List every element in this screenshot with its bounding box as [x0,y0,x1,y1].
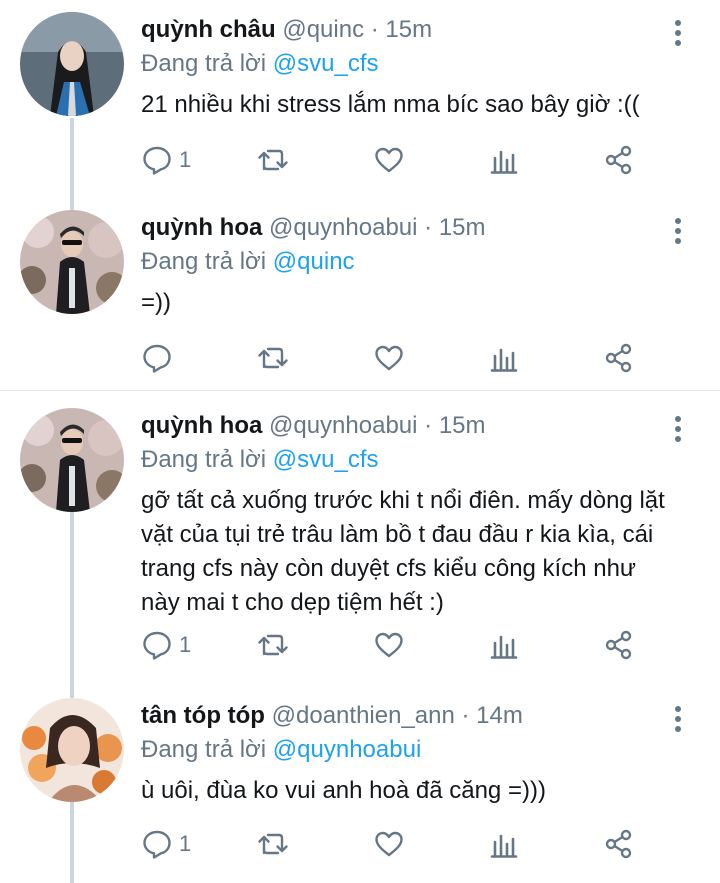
analytics-button[interactable] [489,144,521,176]
tweet-text: gỡ tất cả xuống trước khi t nổi điên. mấ… [141,487,665,616]
analytics-icon [490,348,518,372]
avatar-photo [20,408,124,512]
action-bar: 1 [141,629,681,661]
retweet-icon [258,833,288,855]
like-button[interactable] [373,828,405,860]
action-bar: 1 [141,828,681,860]
replying-to-label: Đang trả lời [141,50,273,77]
display-name[interactable]: quỳnh hoa [141,214,262,241]
share-icon [605,145,632,175]
analytics-button[interactable] [489,828,521,860]
analytics-button[interactable] [489,342,521,374]
timestamp[interactable]: · 15m [371,16,432,43]
like-button[interactable] [373,342,405,374]
like-icon [375,831,403,857]
like-button[interactable] [373,629,405,661]
more-icon[interactable] [670,20,686,50]
replying-to-label: Đang trả lời [141,248,273,275]
display-name[interactable]: quỳnh châu [141,16,276,43]
avatar[interactable] [20,698,124,802]
tweet-header: quỳnh châu @quinc · 15m [141,16,432,44]
avatar[interactable] [20,12,124,116]
retweet-button[interactable] [257,629,289,661]
like-icon [375,632,403,658]
action-bar: 1 [141,144,681,176]
share-button[interactable] [603,828,635,860]
display-name[interactable]: tân tóp tóp [141,702,265,729]
tweet-header: quỳnh hoa @quynhoabui · 15m [141,412,486,440]
like-icon [375,345,403,371]
reply-icon [143,830,171,859]
like-button[interactable] [373,144,405,176]
tweet-header: tân tóp tóp @doanthien_ann · 14m [141,702,523,730]
more-icon[interactable] [670,706,686,736]
replying-to: Đang trả lời @svu_cfs [141,446,379,474]
avatar-photo [20,210,124,314]
replying-to-label: Đang trả lời [141,446,273,473]
tweet[interactable]: tân tóp tóp @doanthien_ann · 14m Đang tr… [0,686,720,883]
retweet-button[interactable] [257,828,289,860]
reply-count: 1 [179,632,192,657]
analytics-icon [490,150,518,174]
analytics-icon [490,834,518,858]
avatar-photo [20,12,124,116]
reply-button[interactable] [141,342,179,374]
display-name[interactable]: quỳnh hoa [141,412,262,439]
replying-to: Đang trả lời @quinc [141,248,355,276]
mention-link[interactable]: @quinc [273,248,355,275]
retweet-button[interactable] [257,144,289,176]
user-handle[interactable]: @quinc [282,16,364,43]
tweet-text: =)) [141,289,171,316]
share-button[interactable] [603,144,635,176]
mention-link[interactable]: @svu_cfs [273,446,379,473]
reply-icon [143,146,171,175]
timestamp[interactable]: · 14m [462,702,523,729]
replying-to: Đang trả lời @quynhoabui [141,736,421,764]
replying-to-label: Đang trả lời [141,736,273,763]
reply-icon [143,344,171,373]
reply-count: 1 [179,147,192,172]
retweet-icon [258,347,288,369]
reply-count: 1 [179,831,192,856]
analytics-icon [490,635,518,659]
share-icon [605,829,632,859]
reply-button[interactable]: 1 [141,629,191,661]
tweet-text: 21 nhiều khi stress lắm nma bíc sao bây … [141,91,640,118]
share-button[interactable] [603,342,635,374]
action-bar [141,342,681,374]
retweet-button[interactable] [257,342,289,374]
retweet-icon [258,149,288,171]
share-icon [605,343,632,373]
reply-button[interactable]: 1 [141,144,191,176]
like-icon [375,147,403,173]
user-handle[interactable]: @quynhoabui [269,412,417,439]
retweet-icon [258,634,288,656]
avatar[interactable] [20,210,124,314]
mention-link[interactable]: @quynhoabui [273,736,421,763]
analytics-button[interactable] [489,629,521,661]
timestamp[interactable]: · 15m [424,412,485,439]
more-icon[interactable] [670,218,686,248]
avatar[interactable] [20,408,124,512]
user-handle[interactable]: @quynhoabui [269,214,417,241]
avatar-photo [20,698,124,802]
more-icon[interactable] [670,416,686,446]
mention-link[interactable]: @svu_cfs [273,50,379,77]
tweet[interactable]: quỳnh châu @quinc · 15m Đang trả lời @sv… [0,0,720,200]
reply-button[interactable]: 1 [141,828,191,860]
share-icon [605,630,632,660]
share-button[interactable] [603,629,635,661]
reply-icon [143,631,171,660]
tweet[interactable]: quỳnh hoa @quynhoabui · 15m Đang trả lời… [0,200,720,390]
replying-to: Đang trả lời @svu_cfs [141,50,379,78]
timestamp[interactable]: · 15m [424,214,485,241]
user-handle[interactable]: @doanthien_ann [272,702,455,729]
tweet-text: ù uôi, đùa ko vui anh hoà đã căng =))) [141,777,546,804]
tweet-header: quỳnh hoa @quynhoabui · 15m [141,214,486,242]
tweet[interactable]: quỳnh hoa @quynhoabui · 15m Đang trả lời… [0,391,720,686]
